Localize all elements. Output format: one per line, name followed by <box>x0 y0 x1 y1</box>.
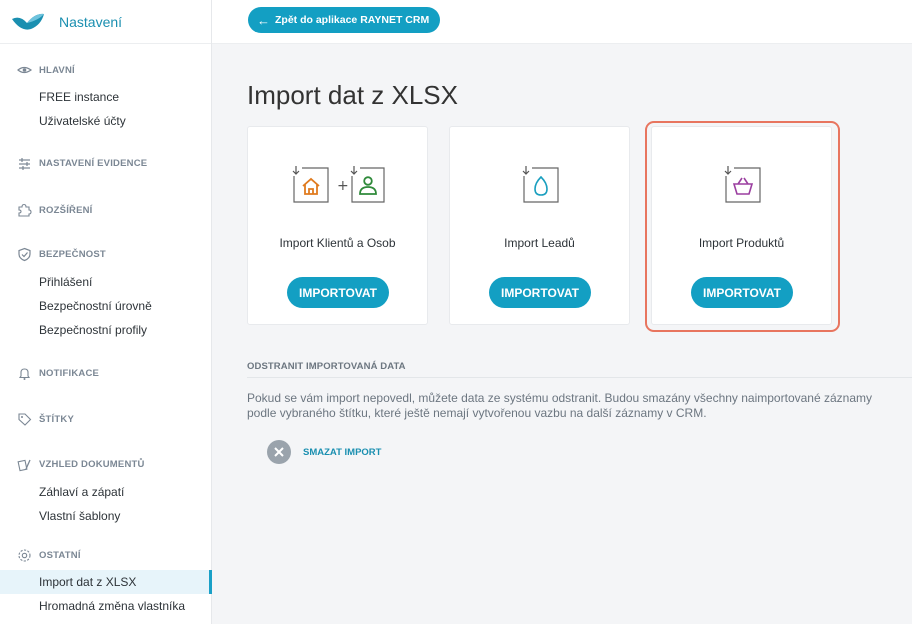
import-egg-icon <box>522 166 559 203</box>
sidebar-group-rozsireni[interactable]: ROZŠÍŘENÍ <box>0 202 211 218</box>
sidebar-section-vzhled: VZHLED DOKUMENTŮ Záhlaví a zápatí Vlastn… <box>0 456 211 528</box>
sidebar-section-notifikace: NOTIFIKACE <box>0 365 211 381</box>
sidebar-section-stitky: ŠTÍTKY <box>0 411 211 427</box>
sidebar-item-login[interactable]: Přihlášení <box>0 270 211 294</box>
sidebar-item-bulk-owner-change[interactable]: Hromadná změna vlastníka <box>0 594 211 618</box>
back-button-label: Zpět do aplikace RAYNET CRM <box>275 14 430 26</box>
import-leads-button[interactable]: IMPORTOVAT <box>489 277 591 308</box>
sliders-icon <box>19 157 30 170</box>
card-label: Import Leadů <box>504 236 575 250</box>
svg-text:+: + <box>337 178 349 194</box>
sidebar-item-free-instance[interactable]: FREE instance <box>0 85 211 109</box>
bell-icon <box>18 367 31 380</box>
selection-highlight <box>645 121 840 332</box>
back-to-app-button[interactable]: ← Zpět do aplikace RAYNET CRM <box>248 7 441 33</box>
import-leads-icon <box>450 164 629 204</box>
sidebar-group-hlavni: HLAVNÍ <box>0 62 211 78</box>
sidebar-item-custom-templates[interactable]: Vlastní šablony <box>0 504 211 528</box>
import-clients-icon: + <box>248 164 427 204</box>
documents-brush-icon <box>17 459 31 471</box>
sidebar-section-bezpecnost: BEZPEČNOST Přihlášení Bezpečnostní úrovn… <box>0 246 211 342</box>
sidebar-group-ostatni: OSTATNÍ <box>0 547 211 563</box>
sidebar-item-import-xlsx[interactable]: Import dat z XLSX <box>0 570 212 594</box>
import-house-person-icon: + <box>292 166 385 203</box>
sidebar-group-label: OSTATNÍ <box>39 549 81 561</box>
sidebar-group-bezpecnost: BEZPEČNOST <box>0 246 211 262</box>
import-card-leads: Import Leadů IMPORTOVAT <box>449 126 630 325</box>
sidebar: Nastavení HLAVNÍ FREE instance Uživatels… <box>0 0 212 624</box>
sidebar-group-stitky[interactable]: ŠTÍTKY <box>0 411 211 427</box>
tag-icon <box>18 412 32 426</box>
delete-import-label: SMAZAT IMPORT <box>303 446 382 458</box>
sidebar-group-notifikace[interactable]: NOTIFIKACE <box>0 365 211 381</box>
sidebar-section-rozsireni: ROZŠÍŘENÍ <box>0 202 211 218</box>
raynet-logo-icon[interactable] <box>11 11 45 33</box>
sidebar-group-label: VZHLED DOKUMENTŮ <box>39 458 145 470</box>
sidebar-group-label: NOTIFIKACE <box>39 367 100 379</box>
top-bar: ← Zpět do aplikace RAYNET CRM <box>212 0 912 44</box>
sidebar-group-label: ŠTÍTKY <box>39 413 74 425</box>
delete-import-button[interactable]: SMAZAT IMPORT <box>267 440 381 464</box>
page-title: Import dat z XLSX <box>247 80 458 110</box>
sidebar-section-evidence: NASTAVENÍ EVIDENCE <box>0 155 211 171</box>
sidebar-item-user-accounts[interactable]: Uživatelské účty <box>0 109 211 133</box>
puzzle-icon <box>18 203 32 217</box>
sidebar-group-label: BEZPEČNOST <box>39 248 106 260</box>
sidebar-section-ostatni: OSTATNÍ Import dat z XLSX Hromadná změna… <box>0 547 212 618</box>
remove-section-description: Pokud se vám import nepovedl, můžete dat… <box>247 391 872 420</box>
arrow-left-icon: ← <box>257 12 270 28</box>
gear-icon <box>18 548 31 562</box>
section-divider <box>247 377 912 378</box>
sidebar-item-security-profiles[interactable]: Bezpečnostní profily <box>0 318 211 342</box>
sidebar-header: Nastavení <box>0 0 211 44</box>
import-card-clients: + Import Klientů a Osob IMPORTOVAT <box>247 126 428 325</box>
close-circle-icon <box>267 440 291 464</box>
sidebar-group-label: HLAVNÍ <box>39 64 75 76</box>
shield-check-icon <box>18 247 31 261</box>
import-clients-button[interactable]: IMPORTOVAT <box>287 277 389 308</box>
sidebar-group-label: NASTAVENÍ EVIDENCE <box>39 157 148 169</box>
sidebar-group-label: ROZŠÍŘENÍ <box>39 204 93 216</box>
sidebar-item-header-footer[interactable]: Záhlaví a zápatí <box>0 480 211 504</box>
sidebar-title: Nastavení <box>59 13 123 30</box>
sidebar-group-vzhled: VZHLED DOKUMENTŮ <box>0 456 211 472</box>
eye-wave-icon <box>17 66 32 73</box>
sidebar-section-hlavni: HLAVNÍ FREE instance Uživatelské účty <box>0 62 211 133</box>
sidebar-group-evidence[interactable]: NASTAVENÍ EVIDENCE <box>0 155 211 171</box>
remove-section-title: ODSTRANIT IMPORTOVANÁ DATA <box>247 361 406 372</box>
sidebar-item-security-levels[interactable]: Bezpečnostní úrovně <box>0 294 211 318</box>
card-label: Import Klientů a Osob <box>279 236 396 250</box>
